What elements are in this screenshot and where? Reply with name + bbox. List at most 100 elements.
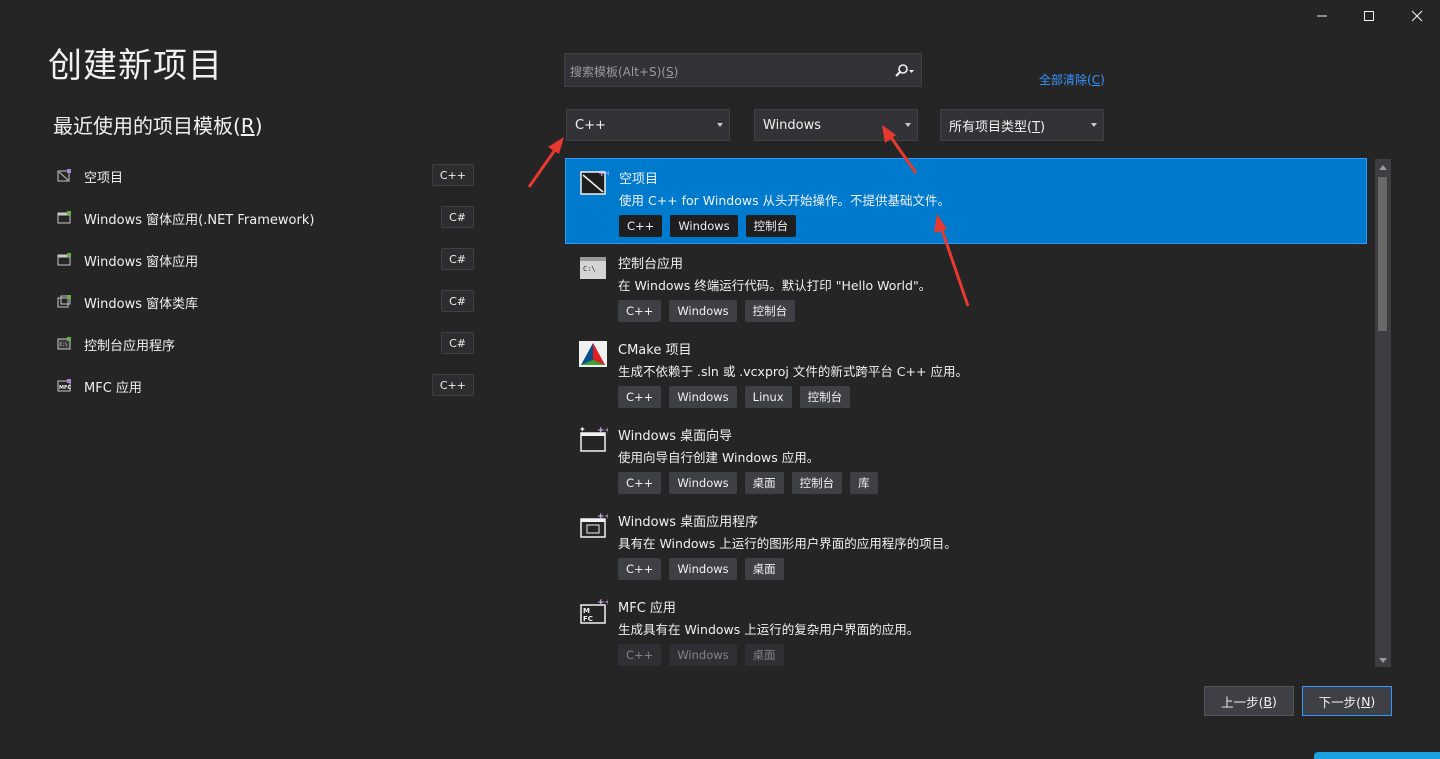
tag: C++ <box>618 386 662 408</box>
search-input[interactable]: 搜索模板(Alt+S)(S) <box>564 53 922 87</box>
template-item-desktop-wizard[interactable]: ✦ ++ Windows 桌面向导 使用向导自行创建 Windows 应用。 C+… <box>565 416 1367 502</box>
recent-heading-prefix: 最近使用的项目模板( <box>53 114 241 138</box>
template-description: 具有在 Windows 上运行的图形用户界面的应用程序的项目。 <box>618 536 957 551</box>
recent-item-label: Windows 窗体类库 <box>84 296 199 312</box>
template-description: 生成具有在 Windows 上运行的复杂用户界面的应用。 <box>618 622 920 637</box>
next-button[interactable]: 下一步(N) <box>1302 686 1392 716</box>
search-icon[interactable] <box>892 62 916 80</box>
search-placeholder-key: S <box>665 65 674 79</box>
recent-item-console-app[interactable]: C:\ 控制台应用程序 C# <box>52 323 476 365</box>
scrollbar-thumb[interactable] <box>1378 177 1387 331</box>
project-type-filter-dropdown[interactable]: 所有项目类型(T) <box>940 109 1104 141</box>
minimize-button[interactable] <box>1299 0 1345 32</box>
chevron-down-icon <box>905 123 911 127</box>
empty-project-icon <box>57 169 71 182</box>
template-tags: C++ Windows 控制台 <box>619 215 797 237</box>
template-tags: C++ Windows 桌面 <box>618 558 784 580</box>
tag: Windows <box>670 215 738 237</box>
tag: Windows <box>669 300 737 322</box>
template-list: ++ 空项目 使用 C++ for Windows 从头开始操作。不提供基础文件… <box>565 158 1367 666</box>
scroll-down-arrow-icon[interactable] <box>1379 658 1387 663</box>
svg-text:C:\: C:\ <box>60 342 68 348</box>
svg-text:++: ++ <box>598 169 609 179</box>
language-badge: C# <box>441 332 474 354</box>
template-name: Windows 桌面向导 <box>618 429 733 444</box>
tag: 桌面 <box>744 644 784 666</box>
page-title: 创建新项目 <box>48 46 223 86</box>
language-filter-value: C++ <box>575 117 606 133</box>
console-app-icon: C:\ <box>580 257 606 279</box>
desktop-app-icon: ++ <box>580 512 608 538</box>
template-description: 使用向导自行创建 Windows 应用。 <box>618 450 820 465</box>
cmake-icon <box>579 341 607 367</box>
recent-item-winforms-netfx[interactable]: Windows 窗体应用(.NET Framework) C# <box>52 197 476 239</box>
back-button[interactable]: 上一步(B) <box>1204 686 1294 716</box>
tag: C++ <box>618 300 662 322</box>
annotation-arrow <box>527 137 564 188</box>
project-type-key: T <box>1032 119 1041 135</box>
search-placeholder-prefix: 搜索模板(Alt+S)( <box>570 65 666 79</box>
next-button-suffix: ) <box>1370 693 1376 709</box>
tag: Windows <box>669 386 737 408</box>
windows-forms-icon <box>57 211 71 224</box>
template-description: 在 Windows 终端运行代码。默认打印 "Hello World"。 <box>618 278 932 293</box>
template-name: CMake 项目 <box>618 343 692 358</box>
project-type-suffix: ) <box>1040 119 1046 135</box>
platform-filter-dropdown[interactable]: Windows <box>754 109 918 141</box>
back-button-key: B <box>1263 693 1273 709</box>
project-type-filter-value: 所有项目类型(T) <box>949 116 1045 135</box>
tag: 桌面 <box>744 558 784 580</box>
recent-item-label: 控制台应用程序 <box>84 338 176 354</box>
tag: C++ <box>619 215 663 237</box>
tag: Linux <box>744 386 792 408</box>
recent-item-winforms[interactable]: Windows 窗体应用 C# <box>52 239 476 281</box>
tag: Windows <box>669 644 737 666</box>
svg-text:++: ++ <box>597 598 608 608</box>
svg-text:++: ++ <box>597 426 608 436</box>
template-tags: C++ Windows 控制台 <box>618 300 796 322</box>
language-badge: C# <box>441 206 474 228</box>
template-item-console-app[interactable]: C:\ 控制台应用 在 Windows 终端运行代码。默认打印 "Hello W… <box>565 244 1367 330</box>
svg-text:MFC: MFC <box>59 385 71 391</box>
svg-text:FC: FC <box>583 615 593 623</box>
template-list-scrollbar[interactable] <box>1375 159 1391 667</box>
tag: 控制台 <box>745 215 797 237</box>
template-description: 生成不依赖于 .sln 或 .vcxproj 文件的新式跨平台 C++ 应用。 <box>618 364 968 379</box>
template-name: MFC 应用 <box>618 601 676 616</box>
template-name: 控制台应用 <box>618 257 684 272</box>
scroll-up-arrow-icon[interactable] <box>1379 165 1387 170</box>
console-app-icon: C:\ <box>57 337 71 350</box>
recent-item-label: MFC 应用 <box>84 380 142 396</box>
svg-text:++: ++ <box>597 512 608 522</box>
tag: C++ <box>618 472 662 494</box>
language-filter-dropdown[interactable]: C++ <box>566 109 730 141</box>
maximize-button[interactable] <box>1346 0 1392 32</box>
search-placeholder: 搜索模板(Alt+S)(S) <box>570 63 678 80</box>
recent-heading-suffix: ) <box>254 114 263 138</box>
tag: 桌面 <box>744 472 784 494</box>
clear-all-link[interactable]: 全部清除(C) <box>1039 71 1105 88</box>
recent-item-empty-project[interactable]: 空项目 C++ <box>52 155 476 197</box>
template-item-desktop-app[interactable]: ++ Windows 桌面应用程序 具有在 Windows 上运行的图形用户界面… <box>565 502 1367 588</box>
clear-all-suffix: ) <box>1100 73 1105 87</box>
recent-item-label: 空项目 <box>84 170 124 186</box>
language-badge: C# <box>441 248 474 270</box>
svg-text:M: M <box>583 607 590 615</box>
tag: C++ <box>618 558 662 580</box>
tag: 控制台 <box>744 300 796 322</box>
recent-templates-list: 空项目 C++ Windows 窗体应用(.NET Framework) C# … <box>52 155 476 407</box>
clear-all-key: C <box>1091 73 1101 87</box>
close-button[interactable] <box>1394 0 1440 32</box>
project-type-prefix: 所有项目类型( <box>949 119 1033 135</box>
template-item-cmake[interactable]: CMake 项目 生成不依赖于 .sln 或 .vcxproj 文件的新式跨平台… <box>565 330 1367 416</box>
chevron-down-icon <box>717 123 723 127</box>
template-tags: C++ Windows 桌面 <box>618 644 784 666</box>
tag: 控制台 <box>791 472 843 494</box>
recent-item-mfc-app[interactable]: MFC MFC 应用 C++ <box>52 365 476 407</box>
template-item-mfc-app[interactable]: MFC ++ MFC 应用 生成具有在 Windows 上运行的复杂用户界面的应用… <box>565 588 1367 666</box>
recent-item-winforms-library[interactable]: Windows 窗体类库 C# <box>52 281 476 323</box>
minimize-icon <box>1317 15 1327 17</box>
mfc-app-icon: MFC ++ <box>580 598 608 624</box>
template-item-empty-project[interactable]: ++ 空项目 使用 C++ for Windows 从头开始操作。不提供基础文件… <box>565 158 1367 244</box>
maximize-icon <box>1364 11 1374 21</box>
